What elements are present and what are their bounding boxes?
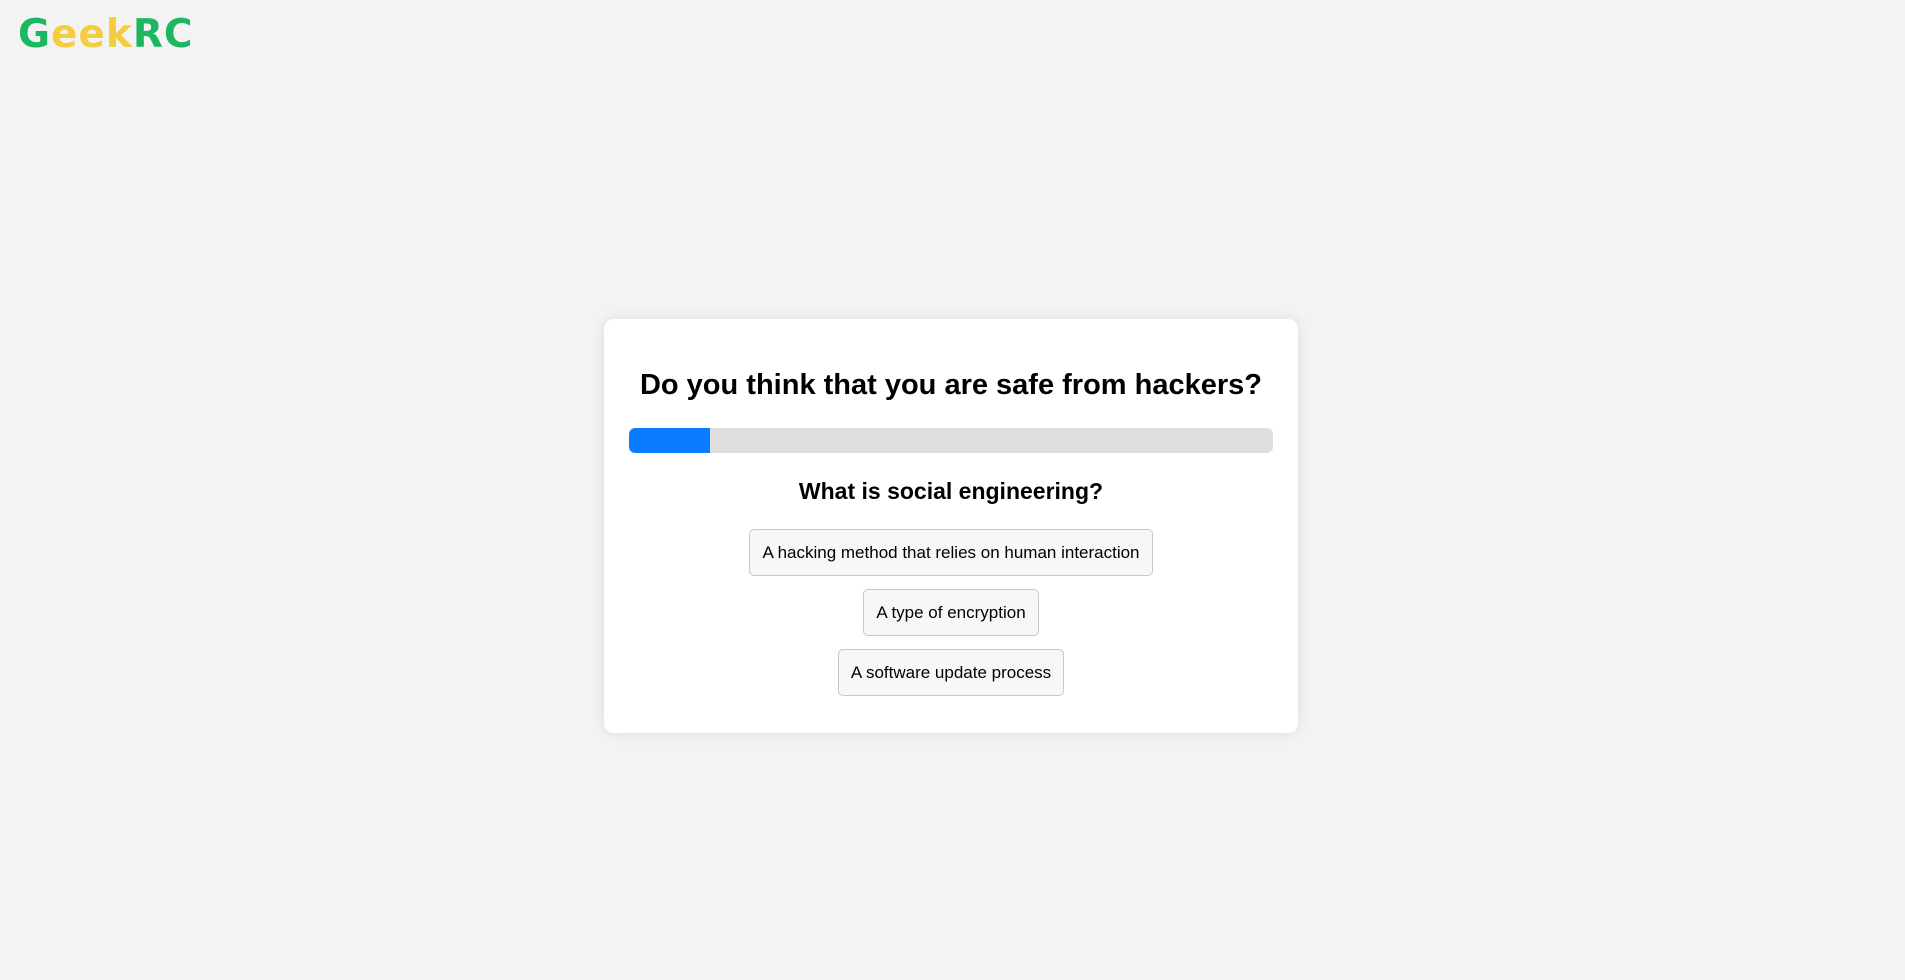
logo-letter: C xyxy=(163,12,194,57)
progress-bar xyxy=(629,428,1273,453)
answer-button[interactable]: A hacking method that relies on human in… xyxy=(749,529,1153,576)
geekrc-logo: GeekRC xyxy=(18,12,194,58)
answer-button[interactable]: A software update process xyxy=(837,649,1065,696)
quiz-title: Do you think that you are safe from hack… xyxy=(639,369,1263,401)
progress-bar-fill xyxy=(629,428,710,453)
logo-letter: e xyxy=(78,12,106,57)
logo-letter: R xyxy=(132,12,164,57)
logo-letter: e xyxy=(51,12,79,57)
quiz-card: Do you think that you are safe from hack… xyxy=(604,319,1298,733)
logo-letter: k xyxy=(105,12,133,57)
answer-button[interactable]: A type of encryption xyxy=(863,589,1039,636)
question-text: What is social engineering? xyxy=(798,478,1104,504)
logo-letter: G xyxy=(18,12,52,57)
answer-list: A hacking method that relies on human in… xyxy=(604,529,1298,709)
